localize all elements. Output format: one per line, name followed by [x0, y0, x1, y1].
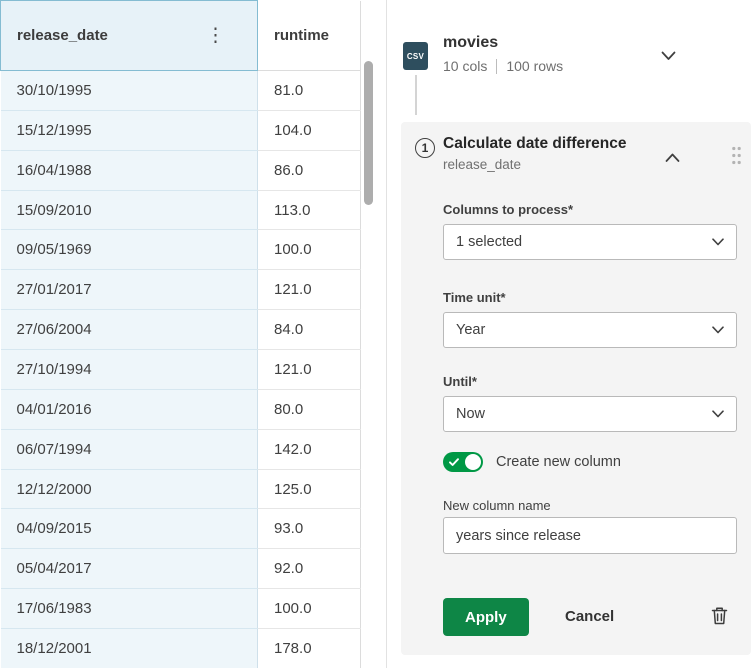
toggle-label: Create new column [496, 454, 621, 470]
table-row: 04/01/201680.0 [1, 389, 361, 429]
toggle-knob [465, 454, 481, 470]
release-date-cell[interactable]: 18/12/2001 [1, 629, 258, 668]
vertical-scrollbar-thumb[interactable] [364, 61, 373, 205]
new-column-name-input[interactable] [443, 517, 737, 554]
time-unit-select[interactable]: Year [443, 312, 737, 348]
release-date-cell[interactable]: 17/06/1983 [1, 589, 258, 629]
column-header-label: runtime [274, 27, 329, 44]
dataset-meta: 10 cols 100 rows [443, 58, 563, 74]
column-menu-kebab-icon[interactable]: ⋮ [206, 24, 225, 47]
runtime-cell[interactable]: 142.0 [258, 429, 361, 469]
release-date-cell[interactable]: 15/09/2010 [1, 190, 258, 230]
table-row: 15/12/1995104.0 [1, 110, 361, 150]
delete-step-trash-icon[interactable] [711, 606, 728, 630]
app-root: release_date ⋮ runtime 30/10/199581.015/… [0, 0, 756, 668]
columns-to-process-select[interactable]: 1 selected [443, 224, 737, 260]
runtime-cell[interactable]: 93.0 [258, 509, 361, 549]
table-row: 17/06/1983100.0 [1, 589, 361, 629]
release-date-cell[interactable]: 12/12/2000 [1, 469, 258, 509]
table-row: 09/05/1969100.0 [1, 230, 361, 270]
table-row: 30/10/199581.0 [1, 71, 361, 111]
runtime-cell[interactable]: 86.0 [258, 150, 361, 190]
table-row: 05/04/201792.0 [1, 549, 361, 589]
table-row: 15/09/2010113.0 [1, 190, 361, 230]
runtime-cell[interactable]: 92.0 [258, 549, 361, 589]
prep-panel: CSV movies 10 cols 100 rows 1 Calculate … [386, 0, 756, 668]
column-header-label: release_date [17, 27, 108, 44]
release-date-cell[interactable]: 27/01/2017 [1, 270, 258, 310]
field-label-time-unit: Time unit* [443, 290, 506, 305]
release-date-cell[interactable]: 30/10/1995 [1, 71, 258, 111]
data-preview-table: release_date ⋮ runtime 30/10/199581.015/… [0, 0, 360, 668]
release-date-cell[interactable]: 15/12/1995 [1, 110, 258, 150]
runtime-cell[interactable]: 125.0 [258, 469, 361, 509]
column-header-runtime[interactable]: runtime [258, 1, 361, 71]
header-row: release_date ⋮ runtime [1, 1, 361, 71]
cancel-button[interactable]: Cancel [565, 598, 614, 636]
runtime-cell[interactable]: 121.0 [258, 270, 361, 310]
release-date-cell[interactable]: 16/04/1988 [1, 150, 258, 190]
step-card-date-difference: 1 Calculate date difference release_date… [401, 122, 751, 655]
select-value: Year [456, 322, 485, 338]
release-date-cell[interactable]: 09/05/1969 [1, 230, 258, 270]
csv-file-icon: CSV [403, 42, 428, 70]
table-row: 27/10/1994121.0 [1, 350, 361, 390]
step-connector-line [415, 75, 417, 115]
dataset-chevron-down-icon[interactable] [661, 48, 676, 66]
table-row: 27/06/200484.0 [1, 310, 361, 350]
runtime-cell[interactable]: 178.0 [258, 629, 361, 668]
select-value: 1 selected [456, 234, 522, 250]
runtime-cell[interactable]: 100.0 [258, 230, 361, 270]
step-subtitle: release_date [443, 157, 521, 172]
field-label-until: Until* [443, 374, 477, 389]
runtime-cell[interactable]: 100.0 [258, 589, 361, 629]
table-row: 06/07/1994142.0 [1, 429, 361, 469]
table-row: 27/01/2017121.0 [1, 270, 361, 310]
release-date-cell[interactable]: 05/04/2017 [1, 549, 258, 589]
step-number-badge: 1 [415, 138, 435, 158]
runtime-cell[interactable]: 121.0 [258, 350, 361, 390]
runtime-cell[interactable]: 84.0 [258, 310, 361, 350]
step-title: Calculate date difference [443, 135, 626, 153]
create-new-column-row: Create new column [443, 452, 621, 472]
table-row: 12/12/2000125.0 [1, 469, 361, 509]
drag-handle-icon[interactable] [731, 146, 742, 170]
release-date-cell[interactable]: 27/10/1994 [1, 350, 258, 390]
field-label-columns-to-process: Columns to process* [443, 202, 573, 217]
until-select[interactable]: Now [443, 396, 737, 432]
collapse-chevron-up-icon[interactable] [665, 150, 680, 168]
table-row: 16/04/198886.0 [1, 150, 361, 190]
release-date-cell[interactable]: 04/09/2015 [1, 509, 258, 549]
runtime-cell[interactable]: 80.0 [258, 389, 361, 429]
release-date-cell[interactable]: 06/07/1994 [1, 429, 258, 469]
apply-button[interactable]: Apply [443, 598, 529, 636]
create-new-column-toggle[interactable] [443, 452, 483, 472]
release-date-cell[interactable]: 27/06/2004 [1, 310, 258, 350]
runtime-cell[interactable]: 113.0 [258, 190, 361, 230]
release-date-cell[interactable]: 04/01/2016 [1, 389, 258, 429]
table-body: 30/10/199581.015/12/1995104.016/04/19888… [1, 71, 361, 668]
dataset-name: movies [443, 34, 498, 52]
runtime-cell[interactable]: 81.0 [258, 71, 361, 111]
select-value: Now [456, 406, 485, 422]
column-header-release-date[interactable]: release_date ⋮ [1, 1, 258, 71]
field-label-new-column-name: New column name [443, 498, 551, 513]
runtime-cell[interactable]: 104.0 [258, 110, 361, 150]
dataset-rows: 100 rows [506, 58, 563, 74]
dataset-cols: 10 cols [443, 58, 487, 74]
table-row: 04/09/201593.0 [1, 509, 361, 549]
meta-divider [496, 59, 497, 74]
table-row: 18/12/2001178.0 [1, 629, 361, 668]
